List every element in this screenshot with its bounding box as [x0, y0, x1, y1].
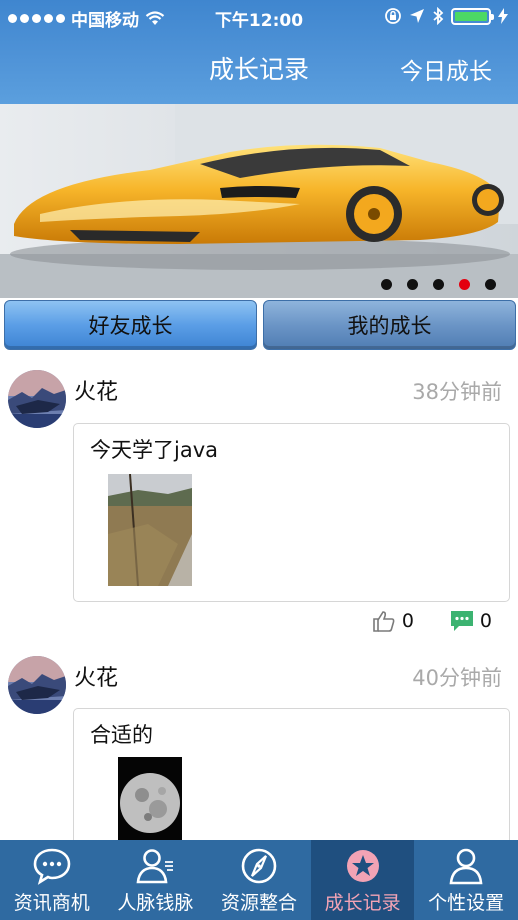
pager-dot-active[interactable]: [459, 279, 470, 290]
avatar[interactable]: [8, 656, 66, 714]
tab-settings[interactable]: 个性设置: [414, 840, 518, 920]
location-arrow-icon: [410, 9, 424, 23]
post-card[interactable]: 今天学了java: [73, 423, 510, 602]
pager-dot[interactable]: [381, 279, 392, 290]
banner-carousel[interactable]: [0, 104, 518, 298]
comment-icon: [450, 611, 473, 631]
segment-control: 好友成长 我的成长: [4, 300, 516, 352]
post-card[interactable]: 合适的: [73, 708, 510, 848]
tab-label: 人脉钱脉: [117, 892, 194, 914]
like-button[interactable]: 0: [372, 610, 414, 632]
pager-dot[interactable]: [407, 279, 418, 290]
top-bar: 中国移动 下午12:00 成长记录 今日成长: [0, 0, 518, 104]
post-text: 今天学了java: [90, 438, 218, 462]
status-bar: 中国移动 下午12:00: [0, 0, 518, 34]
charging-bolt-icon: [498, 8, 508, 24]
star-badge-icon: [346, 850, 379, 882]
bottom-tab-bar: 资讯商机 人脉钱脉 资源整合 成长记录 个性设置: [0, 840, 518, 920]
tab-contacts[interactable]: 人脉钱脉: [104, 840, 208, 920]
tab-news[interactable]: 资讯商机: [0, 840, 104, 920]
post-text: 合适的: [90, 723, 153, 747]
pager-dot[interactable]: [485, 279, 496, 290]
post-photo[interactable]: [108, 474, 192, 586]
tab-label: 资讯商机: [13, 892, 90, 914]
comment-count: 0: [479, 610, 492, 632]
feed-post: 火花 38分钟前 今天学了java 0 0: [0, 370, 518, 648]
feed-post: 火花 40分钟前 合适的: [0, 656, 518, 848]
chat-bubble-icon: [33, 848, 71, 885]
post-author[interactable]: 火花: [74, 374, 118, 406]
post-actions: 0 0: [372, 610, 492, 632]
thumbs-up-icon: [373, 611, 395, 632]
compass-icon: [241, 848, 277, 884]
post-photo[interactable]: [118, 757, 182, 845]
tab-resources[interactable]: 资源整合: [207, 840, 311, 920]
battery-icon: [451, 7, 494, 25]
contacts-icon: [136, 849, 174, 884]
tab-label: 个性设置: [428, 892, 505, 914]
post-author[interactable]: 火花: [74, 660, 118, 692]
tab-growth-record[interactable]: 成长记录: [310, 840, 415, 920]
friends-growth-tab[interactable]: 好友成长: [4, 300, 257, 350]
carousel-pager[interactable]: [381, 279, 496, 290]
like-count: 0: [401, 610, 414, 632]
post-time: 38分钟前: [412, 380, 502, 404]
post-time: 40分钟前: [412, 666, 502, 690]
pager-dot[interactable]: [433, 279, 444, 290]
orientation-lock-icon: [385, 8, 401, 24]
comment-button[interactable]: 0: [450, 610, 492, 632]
my-growth-tab[interactable]: 我的成长: [263, 300, 516, 350]
tab-label: 成长记录: [324, 892, 401, 914]
today-growth-button[interactable]: 今日成长: [400, 52, 492, 86]
avatar[interactable]: [8, 370, 66, 428]
tab-label: 资源整合: [220, 892, 297, 914]
bluetooth-icon: [433, 7, 444, 25]
banner-image: [0, 104, 518, 298]
person-icon: [449, 848, 483, 885]
